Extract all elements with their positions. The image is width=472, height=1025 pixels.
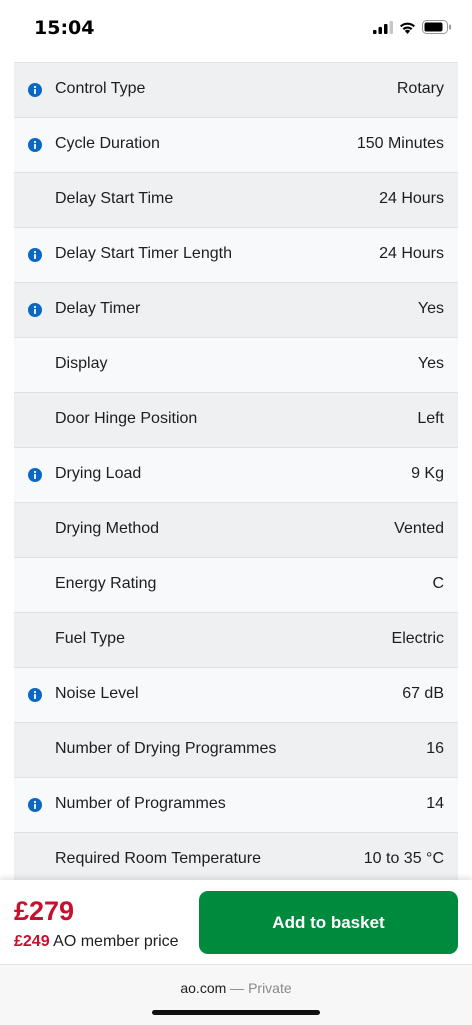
price: £279 [14,896,75,926]
url-separator: — [230,980,245,996]
spec-value: Left [417,410,444,427]
spec-value: Yes [417,300,444,317]
spec-label: Delay Start Time [55,190,174,207]
spec-label: Energy Rating [55,575,157,592]
spec-row: Number of Drying Programmes 16 [14,722,458,777]
info-icon[interactable] [28,138,42,152]
spec-row: Cycle Duration 150 Minutes [14,117,458,172]
spec-value: Vented [394,520,444,537]
spec-value: 67 dB [402,685,444,702]
member-price: £249 [14,933,50,950]
url-display[interactable]: ao.com — Private [0,980,472,996]
spec-row: Drying Load 9 Kg [14,447,458,502]
spec-row: Control Type Rotary [14,62,458,117]
spec-value: 16 [426,740,444,757]
private-mode-label: Private [248,980,292,996]
status-bar: 15:04 [0,0,472,56]
spec-label: Number of Programmes [55,795,226,812]
battery-icon [422,20,452,39]
spec-label: Number of Drying Programmes [55,740,277,757]
spec-row: Delay Start Timer Length 24 Hours [14,227,458,282]
spec-label: Drying Method [55,520,160,537]
status-icons [373,20,452,39]
spec-row: Number of Programmes 14 [14,777,458,832]
spec-label: Required Room Temperature [55,850,262,867]
spec-value: 10 to 35 °C [363,850,444,867]
spec-label: Delay Start Timer Length [55,245,232,262]
spec-label: Cycle Duration [55,135,160,152]
spec-row: Noise Level 67 dB [14,667,458,722]
info-icon[interactable] [28,468,42,482]
spec-row: Delay Start Time 24 Hours [14,172,458,227]
wifi-icon [399,21,416,39]
spec-row: Door Hinge Position Left [14,392,458,447]
spec-value: 9 Kg [411,465,444,482]
status-time: 15:04 [34,17,95,39]
spec-value: 14 [426,795,444,812]
spec-label: Door Hinge Position [55,410,198,427]
member-price-line: £249 AO member price [14,933,179,951]
info-icon[interactable] [28,303,42,317]
spec-row: Required Room Temperature 10 to 35 °C [14,832,458,887]
specifications-list: Control Type Rotary Cycle Duration 150 Minu… [14,62,458,887]
spec-label: Drying Load [55,465,142,482]
info-icon[interactable] [28,688,42,702]
spec-label: Display [55,355,108,372]
spec-value: Electric [391,630,444,647]
cellular-signal-icon [373,20,393,39]
spec-value: 24 Hours [379,190,444,207]
spec-row: Display Yes [14,337,458,392]
url-domain: ao.com [180,980,227,996]
info-icon[interactable] [28,248,42,262]
spec-value: Yes [417,355,444,372]
spec-value: 150 Minutes [356,135,444,152]
info-icon[interactable] [28,83,42,97]
purchase-bar: £279 £249 AO member price Add to basket [0,880,472,964]
spec-value: Rotary [396,80,444,97]
spec-value: C [432,575,444,592]
add-to-basket-button[interactable]: Add to basket [199,891,458,954]
member-price-label: AO member price [53,933,179,950]
spec-row: Energy Rating C [14,557,458,612]
info-icon[interactable] [28,798,42,812]
spec-label: Control Type [55,80,146,97]
spec-row: Delay Timer Yes [14,282,458,337]
browser-address-bar[interactable]: ao.com — Private [0,964,472,1025]
spec-label: Fuel Type [55,630,125,647]
spec-row: Drying Method Vented [14,502,458,557]
spec-value: 24 Hours [379,245,444,262]
spec-label: Delay Timer [55,300,141,317]
spec-row: Fuel Type Electric [14,612,458,667]
spec-label: Noise Level [55,685,139,702]
home-indicator[interactable] [152,1010,320,1015]
